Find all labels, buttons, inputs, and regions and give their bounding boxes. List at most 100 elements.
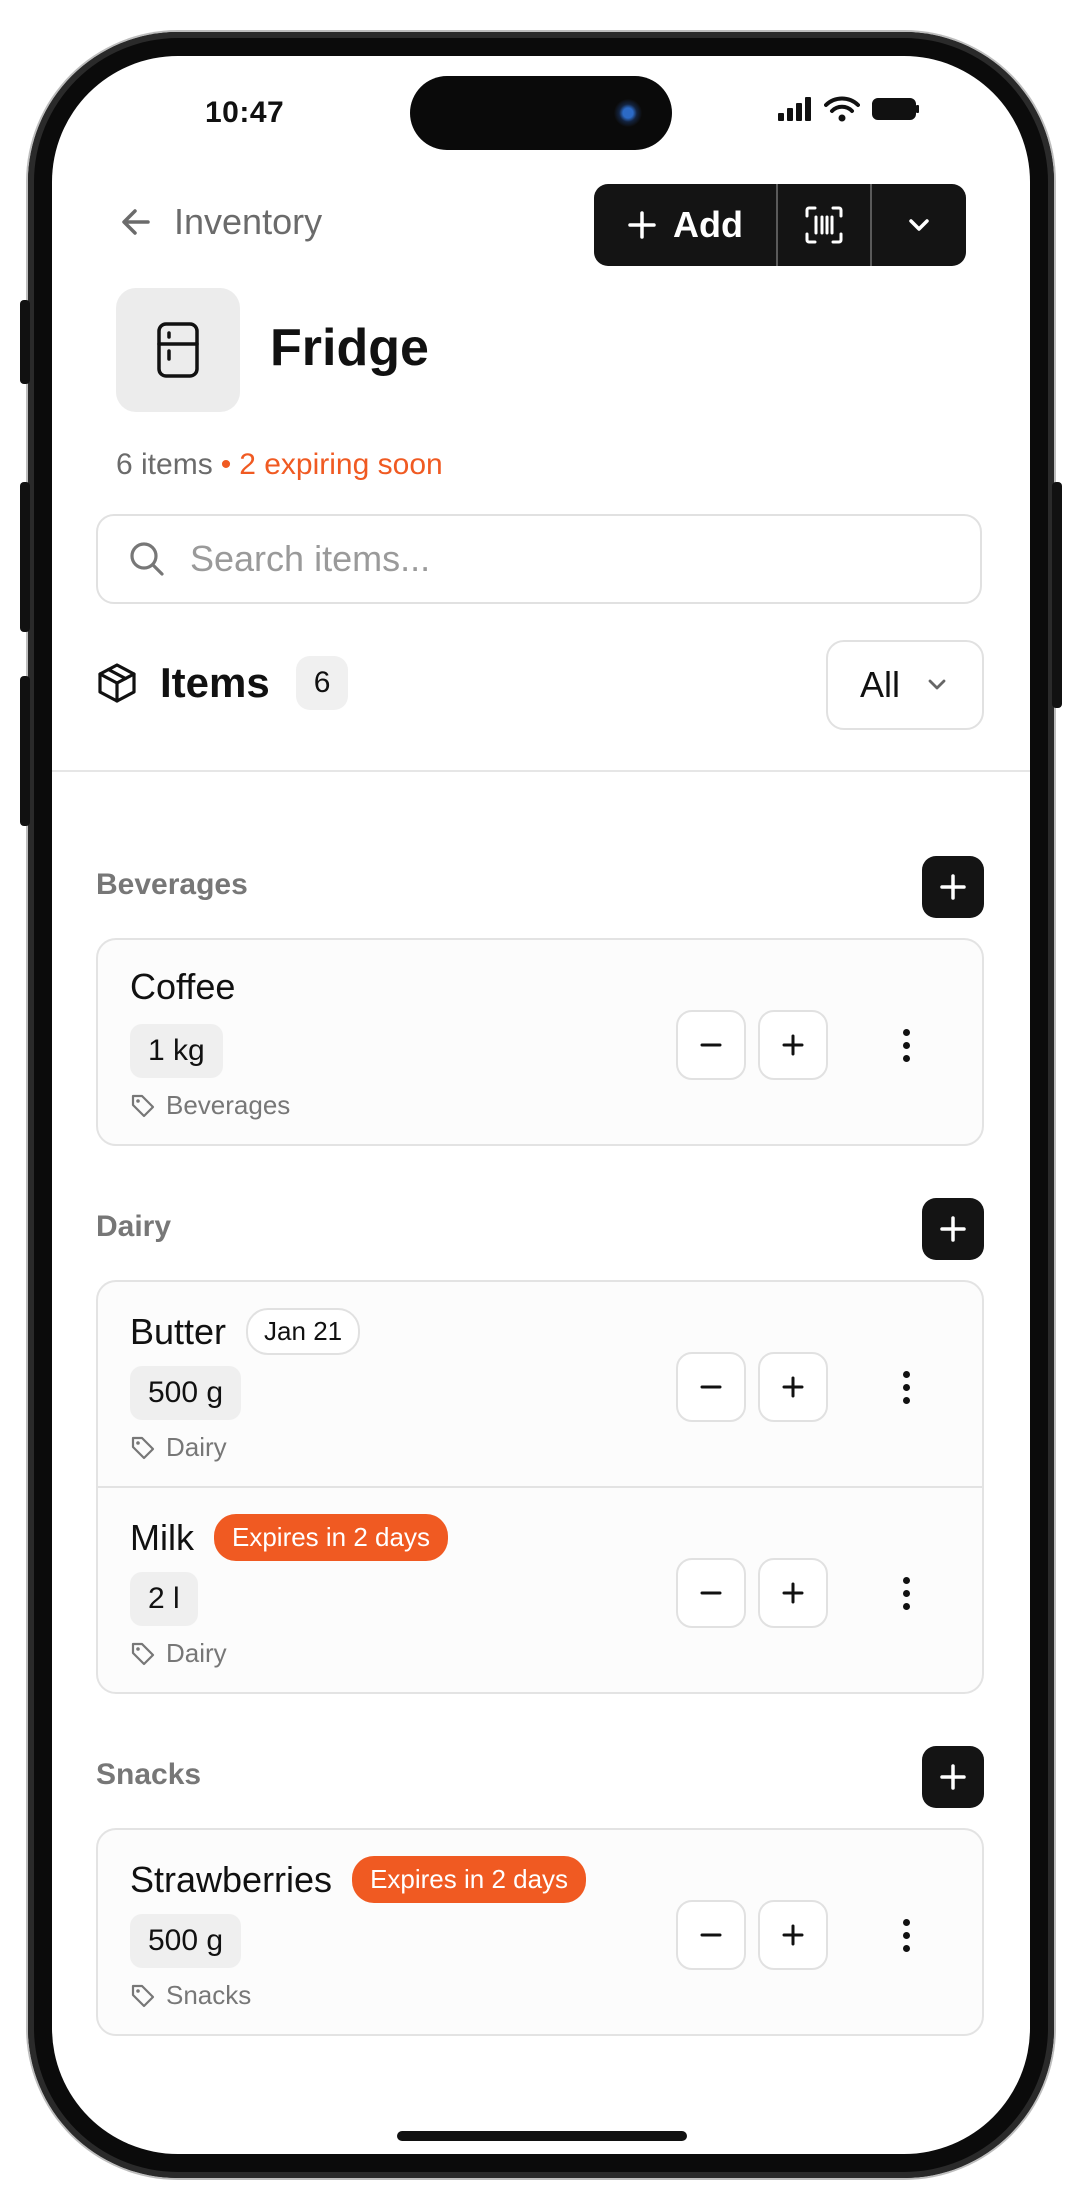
item-name: Butter — [130, 1310, 227, 1352]
decrease-button[interactable] — [676, 1352, 746, 1422]
add-label: Add — [673, 204, 743, 245]
item-name: Milk — [130, 1516, 194, 1558]
quantity-badge: 500 g — [130, 1914, 242, 1968]
category-label-snacks: Snacks — [96, 1758, 202, 1791]
items-count-badge: 6 — [295, 656, 349, 710]
item-name-line: Butter Jan 21 — [130, 1308, 361, 1355]
header-actions: Add — [594, 184, 966, 266]
quantity-badge: 500 g — [130, 1366, 242, 1420]
category-tag: Beverages — [130, 1090, 290, 1121]
decrease-button[interactable] — [676, 1558, 746, 1628]
tag-icon — [131, 1642, 155, 1665]
more-vertical-icon[interactable] — [888, 1570, 924, 1616]
increase-button[interactable] — [758, 1352, 828, 1422]
item-name-line: Coffee — [130, 966, 235, 1008]
minus-icon — [700, 1933, 722, 1937]
wifi-icon — [824, 96, 860, 122]
back-arrow-icon — [122, 209, 150, 235]
section-divider — [52, 770, 1030, 772]
decrease-button[interactable] — [676, 1010, 746, 1080]
date-badge: Jan 21 — [246, 1308, 361, 1355]
add-to-beverages-button[interactable] — [922, 856, 984, 918]
package-icon — [98, 663, 136, 703]
expiring-soon-text: 2 expiring soon — [239, 448, 443, 481]
battery-icon — [872, 98, 919, 120]
search-input[interactable] — [188, 537, 892, 581]
status-time: 10:47 — [205, 96, 285, 129]
increase-button[interactable] — [758, 1558, 828, 1628]
volume-down-button — [20, 676, 30, 826]
category-tag: Snacks — [130, 1980, 251, 2011]
add-to-dairy-button[interactable] — [922, 1198, 984, 1260]
chevron-down-icon — [928, 679, 946, 690]
filter-dropdown[interactable]: All — [826, 640, 984, 730]
item-name-line: Milk Expires in 2 days — [130, 1514, 448, 1561]
add-to-snacks-button[interactable] — [922, 1746, 984, 1808]
plus-icon — [628, 211, 656, 239]
power-button — [1052, 482, 1062, 708]
back-button[interactable]: Inventory — [118, 201, 322, 243]
location-icon-box — [116, 288, 240, 412]
items-header: Items 6 — [96, 656, 349, 710]
plus-icon — [782, 1924, 804, 1946]
minus-icon — [700, 1385, 722, 1389]
category-tag: Dairy — [130, 1432, 227, 1463]
add-button[interactable]: Add — [594, 184, 776, 266]
fridge-icon — [157, 322, 199, 378]
tag-icon — [131, 1094, 155, 1117]
more-vertical-icon[interactable] — [888, 1364, 924, 1410]
page-title: Fridge — [270, 319, 429, 377]
increase-button[interactable] — [758, 1010, 828, 1080]
plus-icon — [782, 1034, 804, 1056]
tag-icon — [131, 1436, 155, 1459]
list-item[interactable]: Coffee 1 kg Beverages — [98, 940, 982, 1144]
minus-icon — [700, 1043, 722, 1047]
item-card-beverages: Coffee 1 kg Beverages — [96, 938, 984, 1146]
signal-icon — [778, 97, 811, 121]
category-label: Dairy — [166, 1638, 227, 1668]
list-item[interactable]: Strawberries Expires in 2 days 500 g Sna… — [98, 1830, 982, 2034]
plus-icon — [940, 1216, 966, 1242]
category-label-beverages: Beverages — [96, 868, 248, 901]
list-item[interactable]: Milk Expires in 2 days 2 l Dairy — [98, 1486, 982, 1692]
search-icon — [128, 540, 166, 578]
plus-icon — [940, 1764, 966, 1790]
category-label: Beverages — [166, 1090, 291, 1120]
volume-up-button — [20, 482, 30, 632]
action-button — [20, 300, 30, 384]
separator-dot: • — [220, 448, 232, 481]
more-vertical-icon[interactable] — [888, 1022, 924, 1068]
minus-icon — [700, 1591, 722, 1595]
expiry-badge: Expires in 2 days — [213, 1514, 448, 1561]
camera-icon — [614, 99, 642, 127]
item-card-snacks: Strawberries Expires in 2 days 500 g Sna… — [96, 1828, 984, 2036]
list-item[interactable]: Butter Jan 21 500 g Dairy — [98, 1282, 982, 1486]
barcode-scan-icon — [805, 206, 843, 244]
expiry-badge: Expires in 2 days — [352, 1856, 587, 1903]
more-vertical-icon[interactable] — [888, 1912, 924, 1958]
increase-button[interactable] — [758, 1900, 828, 1970]
items-count-text: 6 items — [116, 448, 213, 481]
item-card-dairy: Butter Jan 21 500 g Dairy Milk Expires i… — [96, 1280, 984, 1694]
filter-value: All — [859, 664, 900, 705]
tag-icon — [131, 1984, 155, 2007]
category-label: Snacks — [166, 1980, 252, 2010]
chevron-down-icon — [909, 219, 929, 231]
item-name-line: Strawberries Expires in 2 days — [130, 1856, 587, 1903]
dynamic-island — [410, 76, 672, 150]
inventory-summary: 6 items • 2 expiring soon — [116, 448, 443, 482]
more-options-button[interactable] — [870, 184, 966, 266]
plus-icon — [782, 1582, 804, 1604]
items-title: Items — [160, 659, 270, 706]
search-bar — [96, 514, 982, 604]
decrease-button[interactable] — [676, 1900, 746, 1970]
scan-button[interactable] — [776, 184, 870, 266]
plus-icon — [782, 1376, 804, 1398]
quantity-badge: 1 kg — [130, 1024, 223, 1078]
screen: 10:47 Inventory Add Fridge 6 items • 2 exp… — [52, 56, 1030, 2154]
category-tag: Dairy — [130, 1638, 227, 1669]
item-name: Coffee — [130, 966, 236, 1007]
category-label: Dairy — [166, 1432, 227, 1462]
home-indicator[interactable] — [397, 2131, 687, 2141]
back-label: Inventory — [174, 201, 323, 242]
